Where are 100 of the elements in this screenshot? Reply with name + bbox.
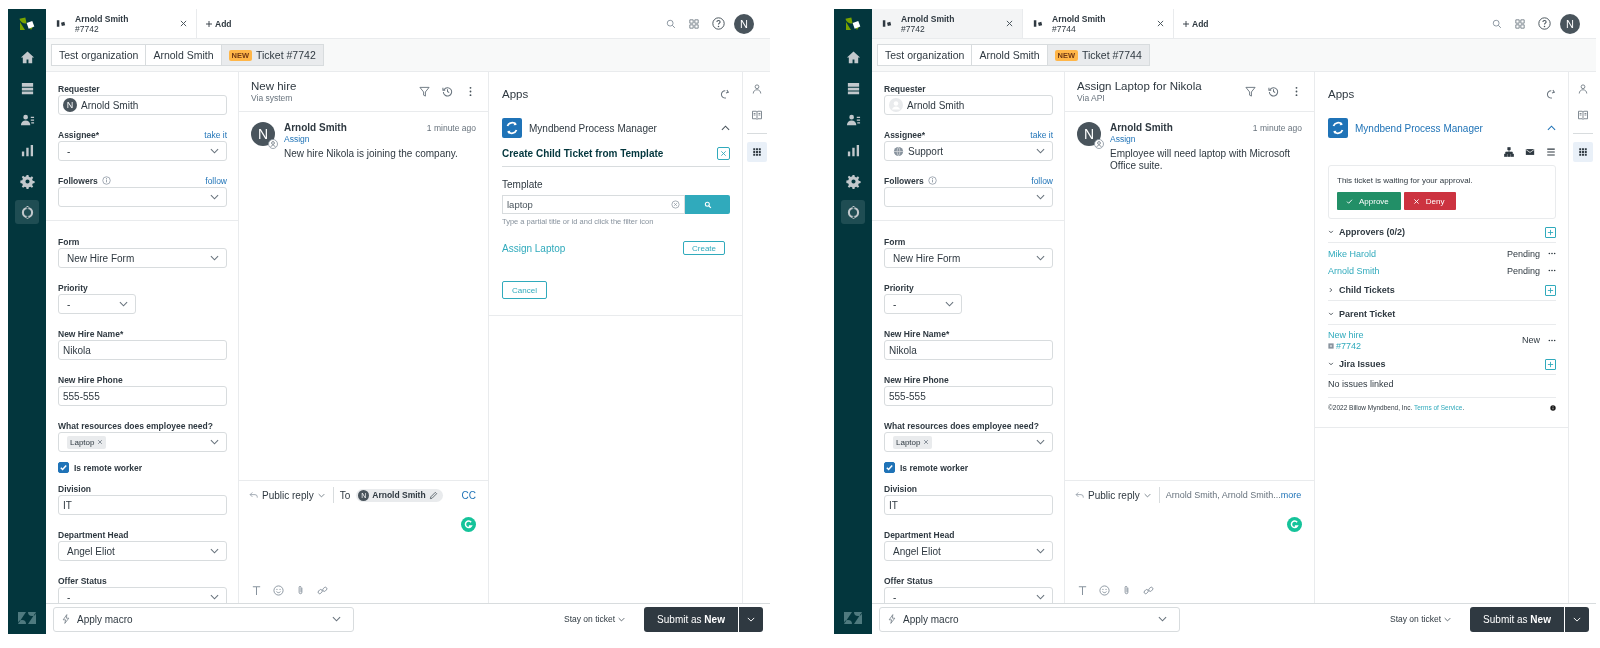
breadcrumb-tab[interactable]: Test organization: [51, 44, 147, 66]
dropdown-field[interactable]: Support: [884, 141, 1053, 161]
reply-type-dropdown[interactable]: Public reply: [1073, 489, 1153, 501]
breadcrumb-tab[interactable]: Test organization: [877, 44, 973, 66]
chevron-down-icon[interactable]: [1328, 311, 1334, 317]
help-icon[interactable]: [712, 17, 725, 30]
dropdown-field[interactable]: New Hire Form: [58, 248, 227, 268]
field-link[interactable]: take it: [204, 129, 227, 140]
multiselect-field[interactable]: Laptop: [58, 432, 227, 452]
history-icon[interactable]: [442, 86, 453, 97]
requester-field[interactable]: Arnold Smith: [884, 95, 1053, 115]
section-title[interactable]: Approvers (0/2): [1339, 227, 1406, 237]
field-link[interactable]: follow: [205, 175, 227, 186]
tag-chip[interactable]: Laptop: [893, 435, 933, 449]
dropdown-field[interactable]: Angel Eliot: [58, 541, 227, 561]
app-name[interactable]: Myndbend Process Manager: [1355, 122, 1483, 134]
add-button[interactable]: [1545, 358, 1556, 370]
refresh-icon[interactable]: [719, 88, 730, 100]
user-avatar[interactable]: N: [1560, 13, 1580, 34]
chevron-down-icon[interactable]: [1328, 361, 1334, 367]
text-format-icon[interactable]: [1077, 585, 1088, 596]
dropdown-field[interactable]: -: [58, 294, 136, 314]
close-icon[interactable]: [1006, 20, 1013, 27]
field-link[interactable]: follow: [1031, 175, 1053, 186]
attachment-icon[interactable]: [295, 585, 306, 596]
text-field[interactable]: 555-555: [58, 386, 227, 406]
search-field[interactable]: laptop: [502, 195, 685, 214]
deny-button[interactable]: Deny: [1403, 192, 1457, 210]
add-button[interactable]: [1545, 284, 1556, 296]
stay-on-ticket-dropdown[interactable]: Stay on ticket: [1383, 613, 1457, 625]
submit-button[interactable]: Submit as New: [1470, 606, 1564, 632]
submit-button[interactable]: Submit as New: [644, 606, 738, 632]
close-button[interactable]: [717, 147, 730, 160]
tag-chip[interactable]: Laptop: [67, 435, 107, 449]
section-title[interactable]: Jira Issues: [1339, 359, 1386, 369]
breadcrumb-tab[interactable]: Arnold Smith: [971, 44, 1048, 66]
sidebar-panel-button[interactable]: [1573, 142, 1593, 162]
filter-icon[interactable]: [1245, 86, 1256, 97]
info-icon[interactable]: [1550, 404, 1556, 411]
link-icon[interactable]: [317, 585, 328, 596]
history-icon[interactable]: [1268, 86, 1279, 97]
dropdown-field[interactable]: New Hire Form: [884, 248, 1053, 268]
hierarchy-icon[interactable]: [1504, 147, 1514, 157]
reply-type-dropdown[interactable]: Public reply: [247, 489, 327, 501]
grammar-assistant-icon[interactable]: [1287, 517, 1302, 532]
cc-link[interactable]: CC: [461, 489, 476, 501]
requester-field[interactable]: N Arnold Smith: [58, 95, 227, 115]
envelope-icon[interactable]: [1525, 147, 1535, 157]
close-icon[interactable]: [1157, 20, 1164, 27]
dropdown-field[interactable]: Angel Eliot: [884, 541, 1053, 561]
more-options-icon[interactable]: [1548, 252, 1556, 255]
nav-button[interactable]: [15, 200, 39, 224]
breadcrumb-tab[interactable]: Arnold Smith: [145, 44, 222, 66]
checkbox[interactable]: [884, 462, 895, 473]
dropdown-field[interactable]: [884, 187, 1053, 207]
macro-dropdown[interactable]: Apply macro: [879, 606, 1180, 632]
chevron-right-icon[interactable]: [1328, 287, 1334, 293]
text-field[interactable]: 555-555: [884, 386, 1053, 406]
search-icon[interactable]: [666, 18, 676, 29]
dropdown-field[interactable]: [58, 187, 227, 207]
chevron-down-icon[interactable]: [1328, 229, 1334, 235]
menu-icon[interactable]: [1546, 147, 1556, 157]
more-options-icon[interactable]: [1548, 338, 1556, 342]
approve-button[interactable]: Approve: [1337, 192, 1401, 210]
add-tab-button[interactable]: Add: [197, 18, 241, 29]
grammar-assistant-icon[interactable]: [461, 517, 476, 532]
submit-options-button[interactable]: [1564, 606, 1589, 632]
dropdown-field[interactable]: -: [58, 141, 227, 161]
assign-link[interactable]: Assign: [1110, 134, 1302, 144]
add-tab-button[interactable]: Add: [1174, 18, 1218, 29]
close-icon[interactable]: [180, 20, 187, 27]
sidebar-panel-button[interactable]: [747, 142, 767, 162]
user-avatar[interactable]: N: [734, 13, 754, 34]
nav-button[interactable]: [841, 200, 865, 224]
pencil-icon[interactable]: [428, 490, 438, 500]
more-options-icon[interactable]: [1548, 269, 1556, 272]
text-field[interactable]: Nikola: [884, 340, 1053, 360]
section-title[interactable]: Child Tickets: [1339, 285, 1395, 295]
text-field[interactable]: IT: [58, 495, 227, 515]
assign-link[interactable]: Assign: [284, 134, 476, 144]
text-field[interactable]: IT: [884, 495, 1053, 515]
checkbox[interactable]: [58, 462, 69, 473]
multiselect-field[interactable]: Laptop: [884, 432, 1053, 452]
emoji-icon[interactable]: [273, 585, 284, 596]
attachment-icon[interactable]: [1121, 585, 1132, 596]
chevron-up-icon[interactable]: [721, 125, 730, 131]
chevron-up-icon[interactable]: [1547, 125, 1556, 131]
clear-icon[interactable]: [671, 200, 680, 209]
dropdown-field[interactable]: -: [884, 294, 962, 314]
text-format-icon[interactable]: [251, 585, 262, 596]
stay-on-ticket-dropdown[interactable]: Stay on ticket: [557, 613, 631, 625]
submit-options-button[interactable]: [738, 606, 763, 632]
filter-icon[interactable]: [419, 86, 430, 97]
apps-grid-icon[interactable]: [689, 18, 699, 29]
link-icon[interactable]: [1143, 585, 1154, 596]
refresh-icon[interactable]: [1545, 88, 1556, 100]
emoji-icon[interactable]: [1099, 585, 1110, 596]
text-field[interactable]: Nikola: [58, 340, 227, 360]
apps-grid-icon[interactable]: [1515, 18, 1525, 29]
search-icon[interactable]: [1492, 18, 1502, 29]
